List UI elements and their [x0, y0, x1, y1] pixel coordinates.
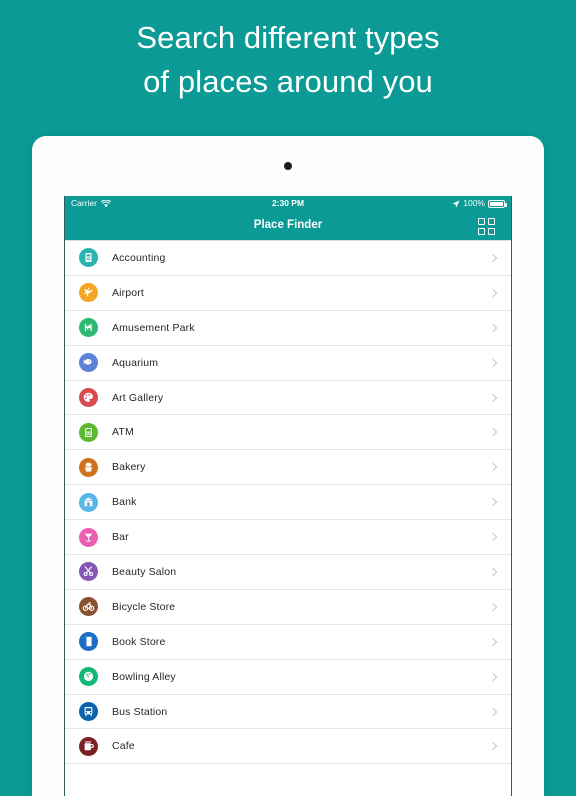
cocktail-glass-icon [79, 527, 98, 547]
atm-machine-icon [79, 422, 98, 442]
status-bar-time: 2:30 PM [271, 198, 305, 208]
device-screen: Carrier 2:30 PM 100% Place Finder Accoun… [64, 196, 512, 796]
chevron-right-icon [490, 324, 495, 332]
coffee-cup-icon [79, 736, 98, 756]
list-item-label: Beauty Salon [112, 565, 177, 578]
palette-icon [79, 388, 98, 407]
bus-icon [79, 702, 98, 722]
bank-building-icon [79, 492, 98, 512]
list-item-label: Cafe [112, 740, 135, 753]
document-icon [79, 248, 98, 268]
location-arrow-icon [452, 200, 460, 207]
list-item[interactable]: Airport [65, 275, 511, 311]
battery-full-icon [488, 199, 507, 208]
chevron-right-icon [490, 638, 495, 646]
chevron-right-icon [490, 708, 495, 716]
list-item[interactable]: ATM [65, 415, 511, 451]
list-item-label: Bar [112, 531, 129, 544]
bicycle-icon [79, 597, 98, 617]
list-item[interactable]: Bowling Alley [65, 659, 511, 695]
nav-title: Place Finder [253, 219, 323, 231]
list-item-label: Book Store [112, 635, 166, 648]
list-item-label: Aquarium [112, 356, 159, 369]
list-item-label: Bus Station [112, 705, 168, 718]
place-type-list[interactable]: Accounting Airport Amusement Park Aquarium A… [65, 240, 511, 796]
list-item[interactable]: Accounting [65, 241, 511, 276]
chevron-right-icon [490, 568, 495, 576]
list-item-label: Bank [112, 496, 137, 509]
headline-line-1: Search different types [136, 20, 440, 55]
list-item[interactable]: Bakery [65, 450, 511, 486]
carousel-horse-icon [79, 318, 98, 338]
status-bar: Carrier 2:30 PM 100% [65, 196, 511, 211]
list-item-label: Amusement Park [112, 321, 195, 334]
chevron-right-icon [490, 254, 495, 262]
headline-line-2: of places around you [143, 64, 433, 99]
chevron-right-icon [490, 533, 495, 541]
chevron-right-icon [490, 289, 495, 297]
cupcake-icon [79, 457, 98, 477]
list-item[interactable]: Beauty Salon [65, 555, 511, 590]
chevron-right-icon [490, 673, 495, 681]
list-item-label: Bowling Alley [112, 670, 176, 683]
page-title: Search different types of places around … [0, 16, 576, 104]
list-item[interactable]: Art Gallery [65, 380, 511, 416]
front-camera-icon [284, 162, 292, 170]
chevron-right-icon [490, 359, 495, 367]
list-item[interactable]: Bus Station [65, 694, 511, 730]
fish-icon [79, 353, 98, 373]
list-item-label: Bicycle Store [112, 600, 176, 613]
list-item-label: Art Gallery [112, 391, 164, 404]
chevron-right-icon [490, 394, 495, 402]
bowling-ball-icon [79, 667, 98, 687]
list-item-label: Accounting [112, 251, 166, 264]
list-item[interactable]: Bar [65, 520, 511, 556]
book-icon [79, 632, 98, 652]
chevron-right-icon [490, 603, 495, 611]
list-item[interactable]: Amusement Park [65, 310, 511, 346]
list-item[interactable]: Aquarium [65, 345, 511, 381]
list-item[interactable]: Cafe [65, 729, 511, 765]
list-item-label: Airport [112, 286, 144, 299]
navigation-bar: Place Finder [65, 211, 511, 240]
scissors-icon [79, 562, 98, 582]
chevron-right-icon [490, 428, 495, 436]
tablet-device-frame: Carrier 2:30 PM 100% Place Finder Accoun… [32, 136, 544, 796]
chevron-right-icon [490, 498, 495, 506]
airplane-icon [79, 283, 98, 303]
list-item-label: ATM [112, 426, 134, 439]
chevron-right-icon [490, 463, 495, 471]
list-item[interactable]: Bicycle Store [65, 589, 511, 625]
grid-view-icon[interactable] [477, 216, 497, 236]
status-bar-right: 100% [452, 196, 507, 211]
list-item-label: Bakery [112, 461, 146, 474]
battery-percent-label: 100% [463, 198, 485, 208]
chevron-right-icon [490, 742, 495, 750]
list-item[interactable]: Book Store [65, 624, 511, 660]
list-item[interactable]: Bank [65, 485, 511, 521]
